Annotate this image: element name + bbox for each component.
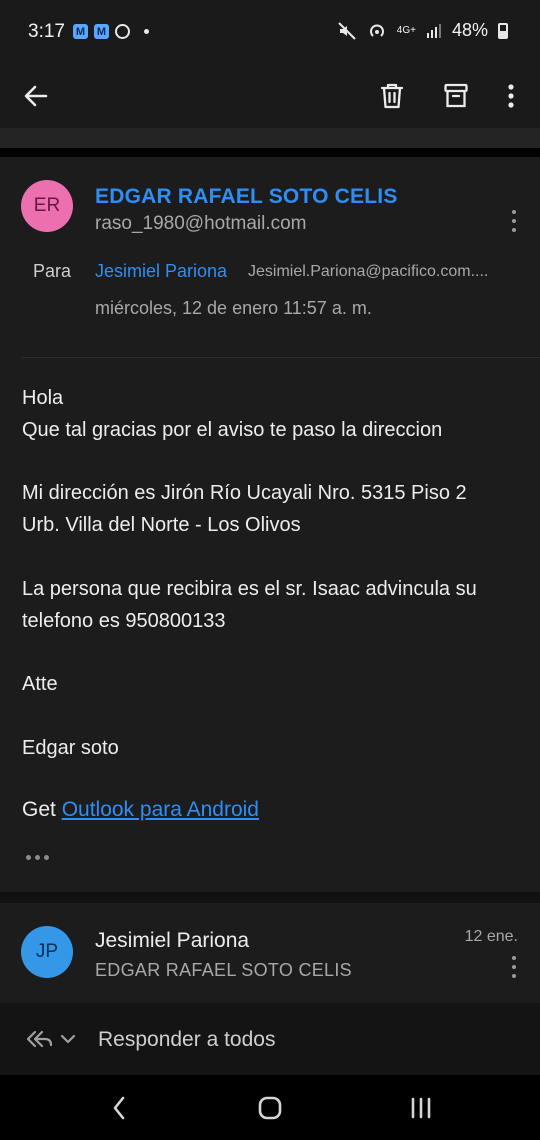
kebab-dot-icon bbox=[512, 956, 516, 960]
delete-button[interactable] bbox=[368, 72, 416, 120]
more-options-button[interactable] bbox=[487, 72, 535, 120]
nav-recents-button[interactable] bbox=[406, 1093, 436, 1123]
more-notifications-dot-icon bbox=[144, 29, 149, 34]
reply-bar: Responder a todos bbox=[0, 1003, 540, 1075]
trash-icon bbox=[380, 83, 404, 109]
reply-sender-avatar[interactable]: JP bbox=[21, 926, 73, 978]
mute-icon bbox=[338, 21, 356, 40]
dot-icon bbox=[35, 855, 40, 860]
divider bbox=[22, 357, 540, 358]
archive-icon bbox=[444, 83, 468, 108]
notification-icons: M M bbox=[73, 24, 149, 39]
sender-name[interactable]: EDGAR RAFAEL SOTO CELIS bbox=[95, 185, 398, 209]
reply-options-button[interactable] bbox=[502, 952, 526, 982]
battery-percent: 48% bbox=[451, 20, 488, 40]
mail-app-icon: M bbox=[73, 24, 88, 39]
kebab-dot-icon bbox=[512, 228, 516, 232]
reply-all-icon bbox=[26, 1030, 76, 1048]
system-status-icons: 4G+ 48% bbox=[337, 20, 508, 41]
reply-date: 12 ene. bbox=[464, 928, 518, 945]
body-line: Hola bbox=[22, 387, 64, 409]
body-line: La persona que recibira es el sr. Isaac … bbox=[22, 577, 477, 600]
recipient-name[interactable]: Jesimiel Pariona bbox=[95, 261, 227, 282]
dot-icon bbox=[26, 855, 31, 860]
dot-icon bbox=[44, 855, 49, 860]
message-card[interactable]: ER EDGAR RAFAEL SOTO CELIS raso_1980@hot… bbox=[0, 157, 540, 892]
kebab-dot-icon bbox=[512, 965, 516, 969]
message-body: Hola Que tal gracias por el aviso te pas… bbox=[22, 383, 522, 765]
header-separator bbox=[0, 128, 540, 148]
status-time: 3:17 bbox=[28, 21, 65, 42]
body-line: Urb. Villa del Norte - Los Olivos bbox=[22, 514, 301, 537]
reply-sender-name: Jesimiel Pariona bbox=[95, 929, 250, 952]
mail-app-icon-2: M bbox=[94, 24, 109, 39]
app-bar bbox=[0, 64, 540, 128]
message-options-button[interactable] bbox=[502, 206, 526, 236]
more-vert-icon bbox=[508, 84, 514, 108]
reply-all-button[interactable]: Responder a todos bbox=[98, 1028, 275, 1052]
body-line: Atte bbox=[22, 673, 58, 696]
battery-icon bbox=[498, 22, 508, 39]
hotspot-icon bbox=[369, 24, 384, 37]
body-line: Que tal gracias por el aviso te paso la … bbox=[22, 418, 443, 441]
status-bar: 3:17 M M 4G+ 48% bbox=[0, 0, 540, 64]
signature-line: Get Outlook para Android bbox=[22, 798, 259, 822]
body-line: Mi dirección es Jirón Río Ucayali Nro. 5… bbox=[22, 482, 467, 505]
body-line: telefono es 950800133 bbox=[22, 609, 226, 632]
at-sign-icon bbox=[115, 24, 130, 39]
reply-options-toggle[interactable] bbox=[24, 1027, 80, 1058]
back-arrow-icon bbox=[24, 85, 48, 107]
message-date: miércoles, 12 de enero 11:57 a. m. bbox=[95, 298, 372, 318]
home-icon bbox=[258, 1096, 282, 1120]
kebab-dot-icon bbox=[512, 974, 516, 978]
chevron-left-icon bbox=[113, 1096, 125, 1120]
body-line: Edgar soto bbox=[22, 736, 119, 759]
nav-back-button[interactable] bbox=[104, 1093, 134, 1123]
archive-button[interactable] bbox=[432, 72, 480, 120]
collapsed-message-card[interactable]: JP Jesimiel Pariona EDGAR RAFAEL SOTO CE… bbox=[0, 903, 540, 1003]
kebab-dot-icon bbox=[512, 219, 516, 223]
navigation-bar bbox=[0, 1075, 540, 1140]
sender-email: raso_1980@hotmail.com bbox=[95, 213, 307, 234]
back-button[interactable] bbox=[12, 72, 60, 120]
network-type: 4G+ bbox=[396, 25, 416, 36]
kebab-dot-icon bbox=[512, 210, 516, 214]
to-label: Para bbox=[33, 261, 72, 281]
message-separator bbox=[0, 892, 540, 903]
signal-icon bbox=[426, 23, 441, 38]
outlook-android-link[interactable]: Outlook para Android bbox=[62, 798, 259, 821]
signature-prefix: Get bbox=[22, 798, 62, 821]
sender-avatar[interactable]: ER bbox=[21, 180, 73, 232]
nav-home-button[interactable] bbox=[255, 1093, 285, 1123]
reply-recipient: EDGAR RAFAEL SOTO CELIS bbox=[95, 960, 352, 980]
recents-icon bbox=[411, 1097, 431, 1119]
show-quoted-text-button[interactable] bbox=[26, 855, 49, 860]
recipient-email: Jesimiel.Pariona@pacifico.com.... bbox=[248, 263, 489, 280]
